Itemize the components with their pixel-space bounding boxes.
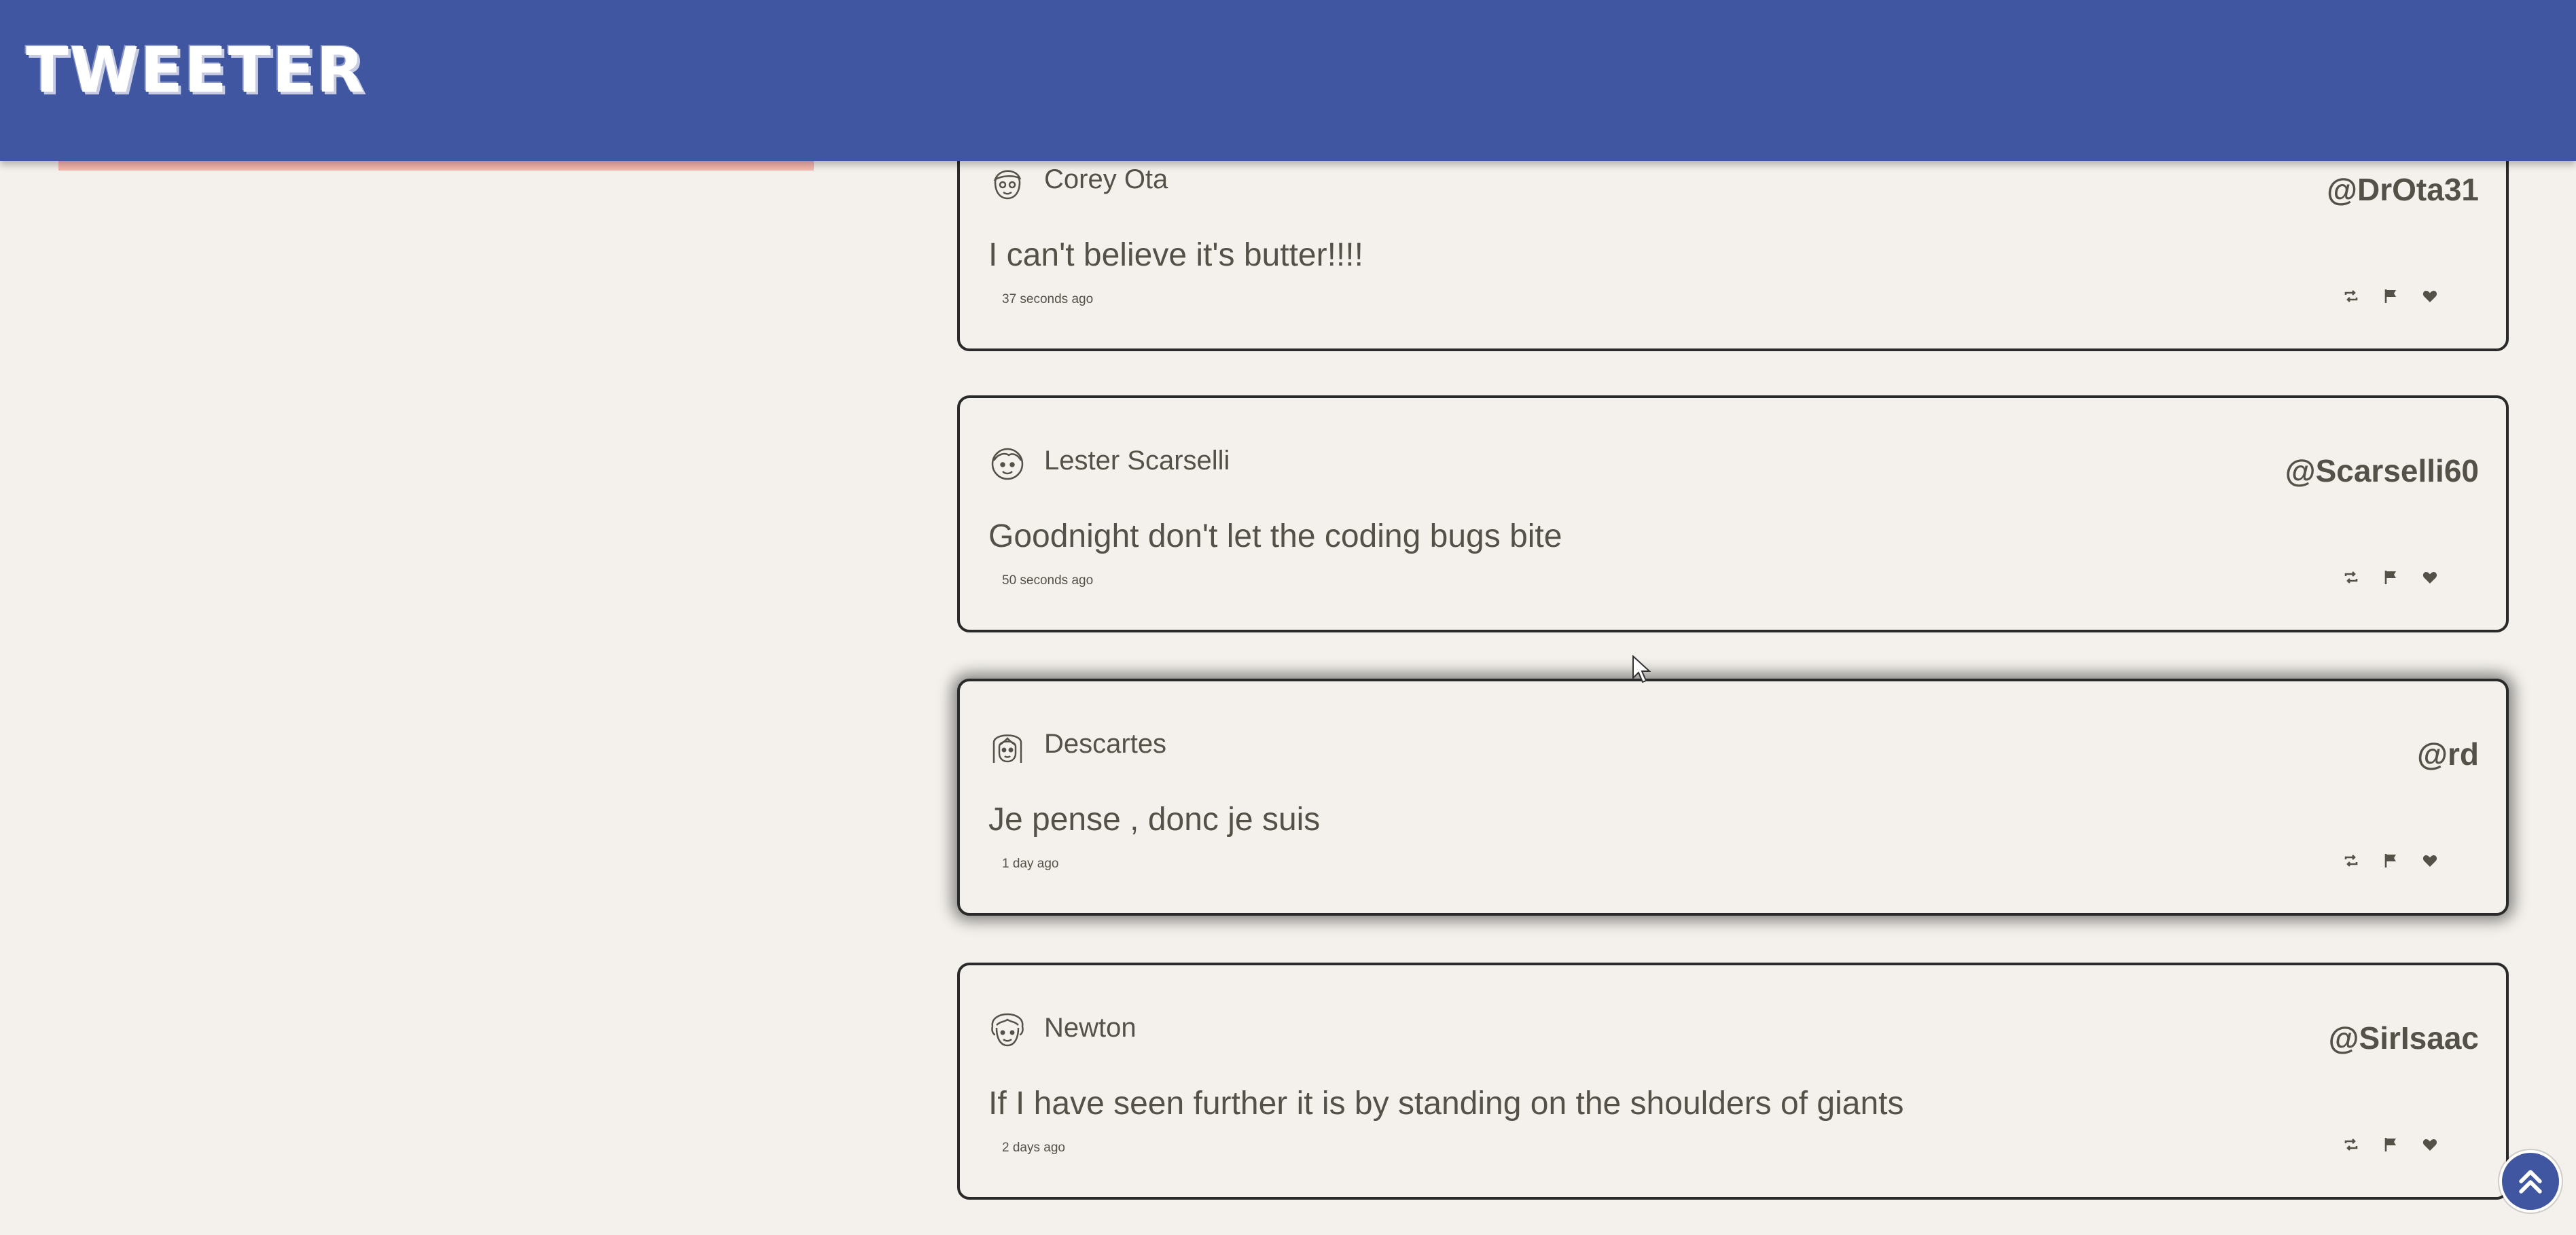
tweet-content: I can't believe it's butter!!!! <box>988 237 1363 273</box>
avatar-icon <box>991 1013 1024 1047</box>
heart-icon[interactable] <box>2422 569 2438 586</box>
tweet-content: If I have seen further it is by standing… <box>988 1086 1904 1122</box>
tweet-author-name: Newton <box>1044 1013 1137 1043</box>
tweet-author-handle: @SirIsaac <box>2328 1020 2479 1056</box>
app-logo[interactable]: TWEETER <box>26 39 365 102</box>
flag-icon[interactable] <box>2382 1136 2399 1153</box>
tweet-card: Lester Scarselli @Scarselli60 Goodnight … <box>957 395 2509 632</box>
double-chevron-up-icon <box>2519 1170 2542 1194</box>
compose-toggle-strip <box>58 161 814 171</box>
tweet-author-name: Lester Scarselli <box>1044 446 1230 476</box>
flag-icon[interactable] <box>2382 288 2399 304</box>
tweet-timestamp: 50 seconds ago <box>1002 573 1094 588</box>
tweet-actions <box>2343 853 2438 869</box>
retweet-icon[interactable] <box>2343 569 2359 586</box>
tweet-author-name: Descartes <box>1044 729 1167 759</box>
tweet-actions <box>2343 288 2438 304</box>
tweet-timestamp: 1 day ago <box>1002 857 1059 871</box>
retweet-icon[interactable] <box>2343 853 2359 869</box>
mouse-cursor-icon <box>1632 655 1651 683</box>
tweet-author-handle: @Scarselli60 <box>2285 453 2479 488</box>
tweet-actions <box>2343 569 2438 586</box>
flag-icon[interactable] <box>2382 853 2399 869</box>
tweet-card: Descartes @rd Je pense , donc je suis 1 … <box>957 679 2509 916</box>
tweet-author-name: Corey Ota <box>1044 164 1168 194</box>
tweet-timestamp: 2 days ago <box>1002 1141 1065 1155</box>
tweet-content: Je pense , donc je suis <box>988 802 1321 838</box>
tweet-content: Goodnight don't let the coding bugs bite <box>988 518 1562 554</box>
heart-icon[interactable] <box>2422 1136 2438 1153</box>
tweet-actions <box>2343 1136 2438 1153</box>
avatar-icon <box>993 170 1022 200</box>
avatar-icon <box>992 734 1022 763</box>
tweet-timestamp: 37 seconds ago <box>1002 292 1094 306</box>
heart-icon[interactable] <box>2422 853 2438 869</box>
scroll-to-top-button[interactable] <box>2502 1153 2559 1210</box>
app-header: TWEETER <box>0 0 2576 161</box>
avatar-icon <box>991 448 1024 480</box>
flag-icon[interactable] <box>2382 569 2399 586</box>
retweet-icon[interactable] <box>2343 288 2359 304</box>
tweet-card: Newton @SirIsaac If I have seen further … <box>957 963 2509 1200</box>
heart-icon[interactable] <box>2422 288 2438 304</box>
tweet-author-handle: @rd <box>2417 736 2479 772</box>
tweet-author-handle: @DrOta31 <box>2327 172 2479 207</box>
retweet-icon[interactable] <box>2343 1136 2359 1153</box>
